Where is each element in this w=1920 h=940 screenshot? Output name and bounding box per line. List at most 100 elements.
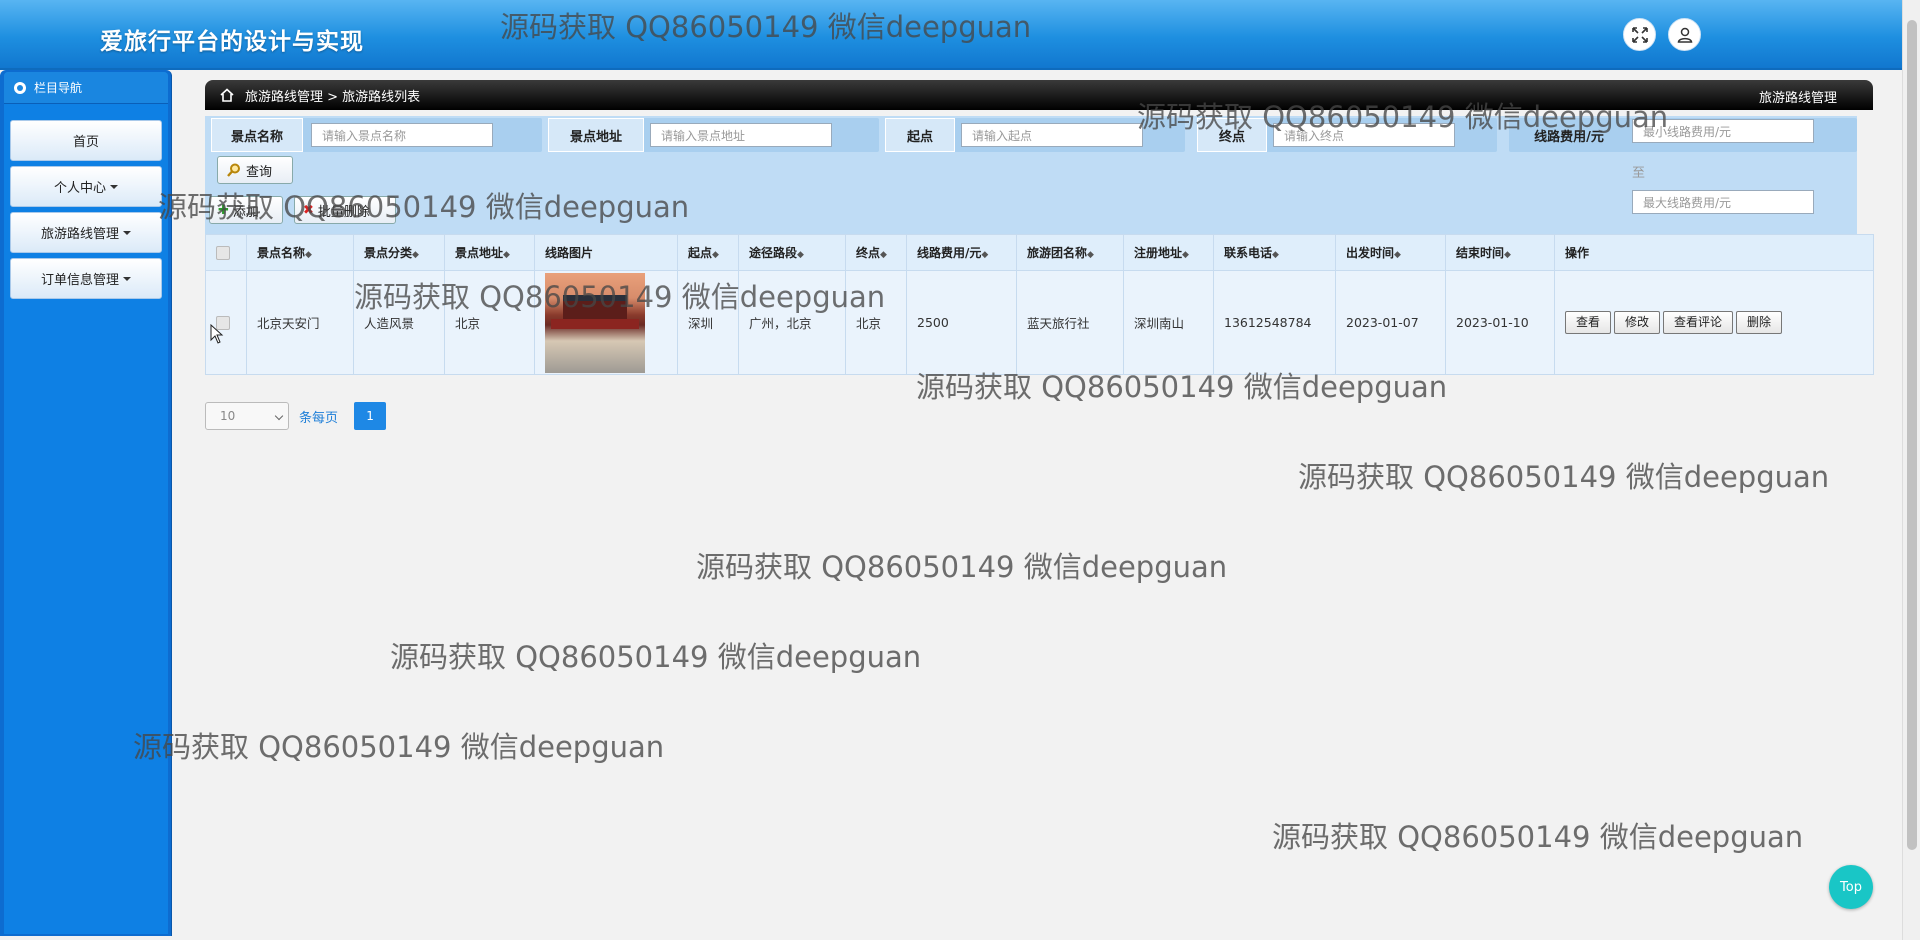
delete-icon: ✖ — [303, 202, 314, 218]
user-icon — [1677, 27, 1692, 43]
edit-button[interactable]: 修改 — [1614, 311, 1661, 334]
cell-image — [534, 270, 678, 375]
cell-group: 蓝天旅行社 — [1016, 270, 1124, 375]
sort-icon: ◆ — [1182, 250, 1189, 260]
add-button-label: 添加 — [232, 204, 259, 220]
col-header[interactable]: 景点地址◆ — [444, 234, 535, 271]
pagination: 10 条每页 1 — [205, 402, 387, 430]
app-title: 爱旅行平台的设计与实现 — [100, 29, 364, 55]
page-number-current[interactable]: 1 — [354, 402, 387, 430]
end-input[interactable]: 请输入终点 — [1273, 123, 1455, 147]
sort-icon: ◆ — [981, 250, 989, 260]
sidebar-item-label: 旅游路线管理 — [40, 227, 119, 242]
col-header: 操作 — [1554, 234, 1874, 271]
col-header[interactable]: 线路费用/元◆ — [906, 234, 1017, 271]
col-header[interactable]: 起点◆ — [677, 234, 739, 271]
cell-route: 广州，北京 — [738, 270, 846, 375]
watermark-text: 源码获取 QQ86050149 微信deepguan — [1298, 460, 1830, 494]
sidebar-item-order-management[interactable]: 订单信息管理 — [10, 258, 162, 299]
breadcrumb: 旅游路线管理 > 旅游路线列表 旅游路线管理 — [205, 80, 1873, 110]
view-button[interactable]: 查看 — [1565, 311, 1612, 334]
fullscreen-button[interactable] — [1623, 18, 1656, 51]
add-button[interactable]: ✚ 添加 — [209, 196, 283, 224]
query-button-label: 查询 — [246, 164, 273, 180]
table-header-row: 景点名称◆ 景点分类◆ 景点地址◆ 线路图片 起点◆ 途径路段◆ 终点◆ 线路费… — [205, 234, 1874, 271]
watermark-text: 源码获取 QQ86050149 微信deepguan — [133, 730, 665, 764]
cell-end: 北京 — [845, 270, 907, 375]
range-separator: 至 — [1632, 166, 1646, 181]
top-header: 爱旅行平台的设计与实现 — [0, 0, 1902, 70]
min-cost-input[interactable]: 最小线路费用/元 — [1632, 119, 1814, 143]
sort-icon: ◆ — [305, 250, 312, 260]
caret-down-icon — [123, 230, 131, 235]
start-input[interactable]: 请输入起点 — [961, 123, 1143, 147]
cell-actions: 查看 修改 查看评论 删除 — [1554, 270, 1874, 375]
caret-down-icon — [110, 184, 118, 189]
breadcrumb-section: 旅游路线管理 — [1758, 91, 1837, 106]
page-scrollbar[interactable] — [1902, 0, 1920, 940]
view-comments-button[interactable]: 查看评论 — [1663, 311, 1734, 334]
sidebar-panel: 栏目导航 首页 个人中心 旅游路线管理 订单信息管理 — [4, 72, 168, 934]
route-image[interactable] — [545, 272, 645, 373]
query-button[interactable]: 查询 — [217, 156, 293, 184]
delete-button[interactable]: 删除 — [1736, 311, 1783, 334]
sort-icon: ◆ — [712, 250, 719, 260]
search-label-start: 起点 — [885, 118, 955, 152]
batch-delete-button[interactable]: ✖ 批量删除 — [294, 196, 396, 224]
page-size-value: 10 — [220, 409, 236, 423]
search-label-address: 景点地址 — [548, 118, 644, 152]
sort-icon: ◆ — [1272, 250, 1279, 260]
search-icon — [227, 163, 240, 177]
caret-down-icon — [123, 276, 131, 281]
cell-depart: 2023-01-07 — [1335, 270, 1446, 375]
col-header[interactable]: 景点名称◆ — [246, 234, 354, 271]
sidebar-item-personal-center[interactable]: 个人中心 — [10, 166, 162, 207]
sidebar: 栏目导航 首页 个人中心 旅游路线管理 订单信息管理 — [0, 70, 172, 936]
sort-icon: ◆ — [412, 250, 419, 260]
watermark-text: 源码获取 QQ86050149 微信deepguan — [696, 550, 1228, 584]
col-header[interactable]: 联系电话◆ — [1213, 234, 1336, 271]
watermark-text: 源码获取 QQ86050149 微信deepguan — [1272, 820, 1804, 854]
mouse-cursor-icon — [210, 324, 224, 344]
sidebar-heading-label: 栏目导航 — [34, 81, 83, 95]
search-label-cost: 线路费用/元 — [1534, 129, 1604, 145]
select-all-checkbox[interactable] — [216, 245, 230, 260]
col-header[interactable]: 旅游团名称◆ — [1016, 234, 1124, 271]
fullscreen-icon — [1631, 26, 1648, 43]
back-to-top-button[interactable]: Top — [1829, 865, 1873, 909]
sidebar-item-label: 订单信息管理 — [40, 273, 119, 288]
sort-icon: ◆ — [1087, 250, 1094, 260]
sidebar-heading: 栏目导航 — [4, 72, 168, 104]
col-header[interactable]: 途径路段◆ — [738, 234, 846, 271]
select-all-cell — [205, 234, 247, 271]
cell-spot-name: 北京天安门 — [246, 270, 354, 375]
scrollbar-thumb[interactable] — [1907, 20, 1917, 850]
cell-cost: 2500 — [906, 270, 1017, 375]
cell-reg-address: 深圳南山 — [1123, 270, 1214, 375]
col-header[interactable]: 终点◆ — [845, 234, 907, 271]
page-size-select[interactable]: 10 — [205, 402, 289, 430]
circle-icon — [14, 81, 26, 94]
cell-category: 人造风景 — [353, 270, 445, 375]
col-header[interactable]: 结束时间◆ — [1445, 234, 1555, 271]
watermark-text: 源码获取 QQ86050149 微信deepguan — [390, 640, 922, 674]
col-header[interactable]: 注册地址◆ — [1123, 234, 1214, 271]
sidebar-item-home[interactable]: 首页 — [10, 120, 162, 161]
user-button[interactable] — [1668, 18, 1701, 51]
col-header[interactable]: 出发时间◆ — [1335, 234, 1446, 271]
spot-name-input[interactable]: 请输入景点名称 — [311, 123, 493, 147]
col-header: 线路图片 — [534, 234, 678, 271]
sort-icon: ◆ — [1504, 250, 1511, 260]
search-label-end: 终点 — [1197, 118, 1267, 152]
max-cost-input[interactable]: 最大线路费用/元 — [1632, 190, 1814, 214]
row-select-cell — [205, 270, 247, 375]
search-label-name: 景点名称 — [211, 118, 303, 152]
sort-icon: ◆ — [797, 250, 804, 260]
sidebar-item-label: 个人中心 — [53, 181, 106, 196]
col-header[interactable]: 景点分类◆ — [353, 234, 445, 271]
sidebar-item-route-management[interactable]: 旅游路线管理 — [10, 212, 162, 253]
per-page-label: 条每页 — [299, 410, 339, 426]
spot-address-input[interactable]: 请输入景点地址 — [650, 123, 832, 147]
sort-icon: ◆ — [503, 250, 510, 260]
batch-delete-label: 批量删除 — [317, 204, 370, 220]
